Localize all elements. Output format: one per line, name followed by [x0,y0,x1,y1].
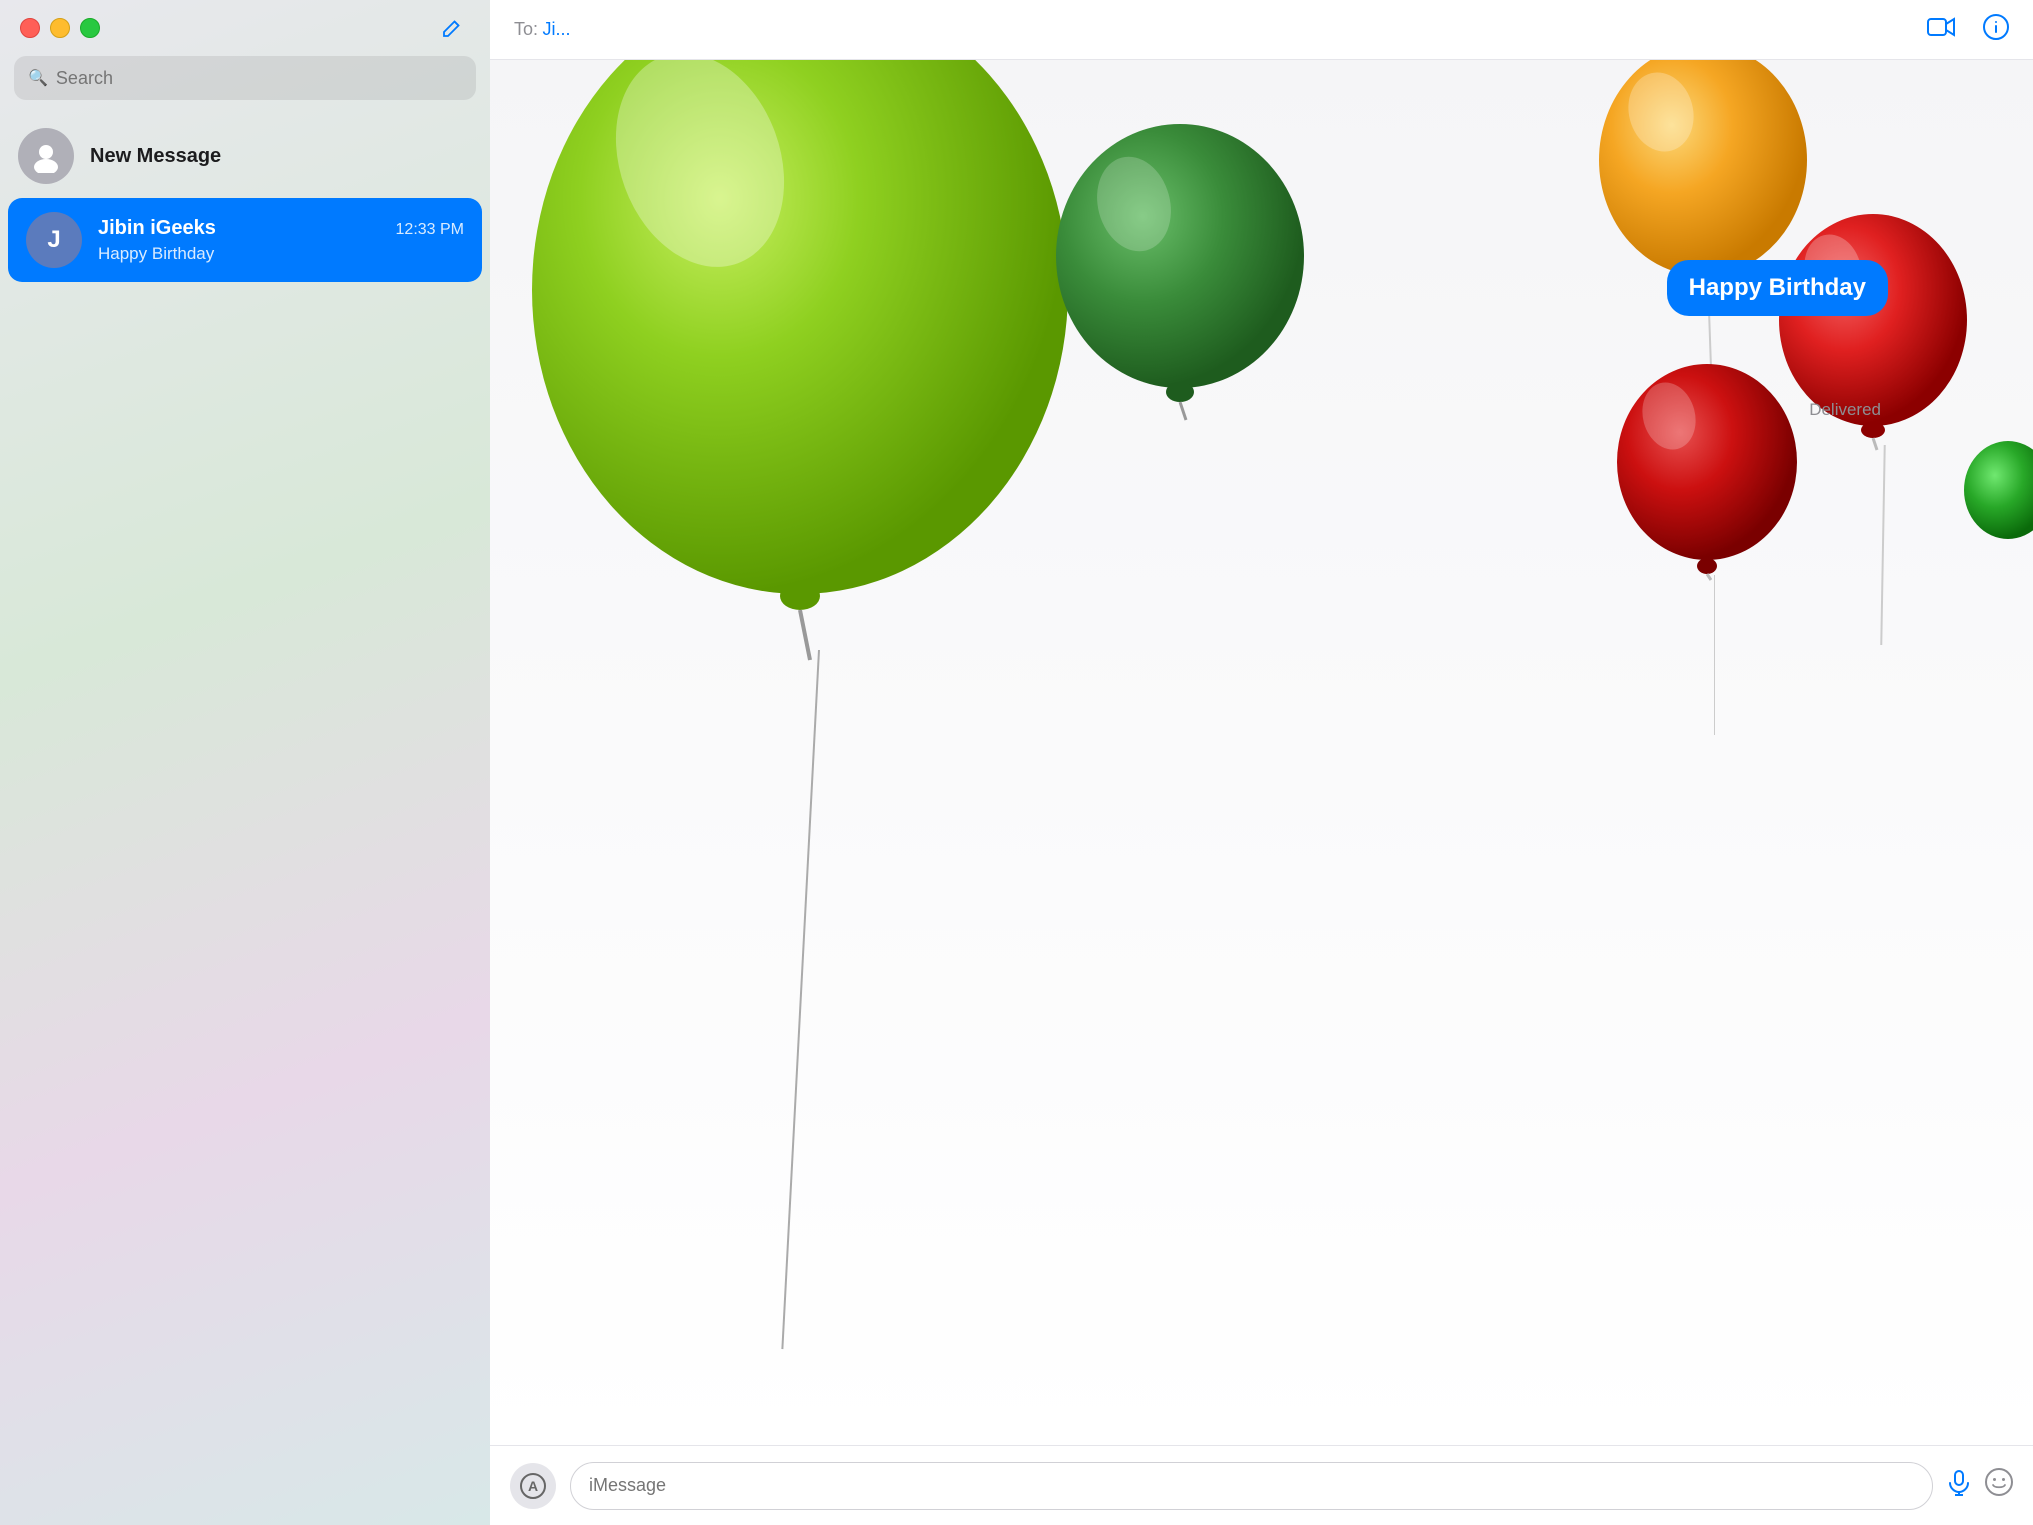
chat-header-to: To: Ji... [514,19,570,40]
video-call-icon[interactable] [1927,16,1955,44]
traffic-lights [20,18,100,38]
new-message-avatar [18,128,74,184]
balloon-big-green [520,60,1080,660]
string-red-lower-balloon [1714,575,1716,735]
convo-header: Jibin iGeeks 12:33 PM [98,217,464,240]
chat-header: To: Ji... [490,0,2033,60]
search-input[interactable] [56,68,462,89]
chat-area: To: Ji... [490,0,2033,1525]
delivered-status: Delivered [1809,400,1881,420]
contact-name: Ji... [542,19,570,39]
minimize-button[interactable] [50,18,70,38]
chat-header-actions [1927,14,2009,46]
search-icon: 🔍 [28,68,48,88]
convo-preview: Happy Birthday [98,244,464,264]
svg-text:A: A [528,1478,538,1494]
search-bar[interactable]: 🔍 [14,56,476,100]
jibin-avatar: J [26,212,82,268]
balloon-green-edge [1963,440,2033,550]
new-message-item[interactable]: New Message [0,114,490,198]
string-red-right-balloon [1880,445,1885,645]
to-label: To: [514,19,538,39]
emoji-button[interactable] [1985,1468,2013,1503]
balloon-small-green [1050,120,1310,420]
balloon-scene: Happy Birthday Delivered [490,60,2033,1445]
happy-birthday-bubble: Happy Birthday [1667,260,1888,316]
balloon-red-lower [1613,360,1803,580]
message-input[interactable] [570,1462,1933,1510]
convo-time: 12:33 PM [396,221,464,239]
audio-button[interactable] [1947,1470,1971,1502]
string-big-balloon [781,650,820,1349]
delivered-text: Delivered [1809,400,1881,419]
conversation-jibin[interactable]: J Jibin iGeeks 12:33 PM Happy Birthday [8,198,482,282]
maximize-button[interactable] [80,18,100,38]
sidebar: 🔍 New Message J Jibin iGeeks 12:33 PM Ha… [0,0,490,1525]
titlebar [0,0,490,56]
new-message-label: New Message [90,145,221,168]
info-icon[interactable] [1983,14,2009,46]
input-bar: A [490,1445,2033,1525]
bubble-text: Happy Birthday [1689,274,1866,301]
convo-text: Jibin iGeeks 12:33 PM Happy Birthday [98,217,464,264]
apps-button[interactable]: A [510,1463,556,1509]
close-button[interactable] [20,18,40,38]
convo-name: Jibin iGeeks [98,217,216,240]
compose-button[interactable] [434,10,470,46]
